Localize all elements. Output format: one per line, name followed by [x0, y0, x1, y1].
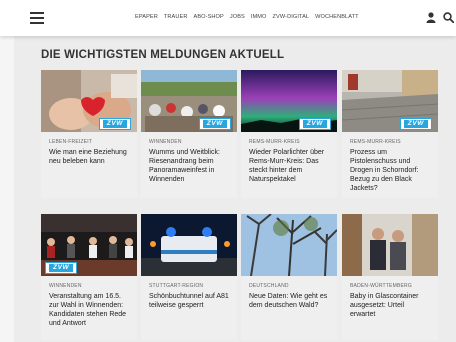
article-card[interactable]: STUTTGART-REGION Schönbuchtunnel auf A81… — [141, 214, 237, 340]
article-image — [342, 214, 438, 276]
article-kicker: REMS-MURR-KREIS — [350, 139, 401, 145]
section-heading: DIE WICHTIGSTEN MELDUNGEN AKTUELL — [41, 49, 285, 61]
article-image: ZVW — [241, 70, 337, 132]
article-card[interactable]: BADEN-WÜRTTEMBERG Baby in Glascontainer … — [342, 214, 438, 340]
main-nav: EPAPER TRAUER ABO-SHOP JOBS IMMO ZVW-DIG… — [135, 14, 359, 20]
article-title[interactable]: Wumms und Weitblick: Riesenandrang beim … — [149, 148, 230, 184]
article-card[interactable]: ZVW REMS-MURR-KREIS Wieder Polarlichter … — [241, 70, 337, 198]
article-kicker: REMS-MURR-KREIS — [249, 139, 300, 145]
article-kicker: STUTTGART-REGION — [149, 283, 204, 289]
hamburger-menu-icon[interactable] — [30, 12, 44, 24]
article-kicker: WINNENDEN — [149, 139, 182, 145]
nav-item-abo-shop[interactable]: ABO-SHOP — [194, 14, 224, 20]
article-card[interactable]: DEUTSCHLAND Neue Daten: Wie geht es dem … — [241, 214, 337, 340]
top-navigation-bar: EPAPER TRAUER ABO-SHOP JOBS IMMO ZVW-DIG… — [0, 0, 456, 36]
zvw-badge: ZVW — [399, 118, 432, 130]
zvw-badge: ZVW — [298, 118, 331, 130]
nav-item-jobs[interactable]: JOBS — [230, 14, 245, 20]
page-left-margin — [0, 0, 14, 342]
article-title[interactable]: Schönbuchtunnel auf A81 teilweise gesper… — [149, 292, 230, 310]
article-title[interactable]: Baby in Glascontainer ausgesetzt: Urteil… — [350, 292, 431, 319]
nav-item-zvw-digital[interactable]: ZVW-DIGITAL — [272, 14, 309, 20]
article-card[interactable]: ZVW LEBEN-FREIZEIT Wie man eine Beziehun… — [41, 70, 137, 198]
article-image: ZVW — [141, 70, 237, 132]
article-card[interactable]: ZVW REMS-MURR-KREIS Prozess um Pistolens… — [342, 70, 438, 198]
article-title[interactable]: Wie man eine Beziehung neu beleben kann — [49, 148, 130, 166]
nav-item-trauer[interactable]: TRAUER — [164, 14, 188, 20]
article-image: ZVW — [342, 70, 438, 132]
article-image — [141, 214, 237, 276]
zvw-badge: ZVW — [45, 262, 78, 274]
article-image — [241, 214, 337, 276]
article-title[interactable]: Prozess um Pistolenschuss und Drogen in … — [350, 148, 431, 193]
article-title[interactable]: Veranstaltung am 16.5. zur Wahl in Winne… — [49, 292, 130, 328]
article-kicker: WINNENDEN — [49, 283, 82, 289]
article-kicker: BADEN-WÜRTTEMBERG — [350, 283, 412, 289]
nav-item-epaper[interactable]: EPAPER — [135, 14, 158, 20]
article-kicker: DEUTSCHLAND — [249, 283, 289, 289]
user-icon[interactable] — [426, 12, 436, 23]
article-image: ZVW — [41, 214, 137, 276]
article-card[interactable]: ZVW WINNENDEN Veranstaltung am 16.5. zur… — [41, 214, 137, 340]
article-title[interactable]: Neue Daten: Wie geht es dem deutschen Wa… — [249, 292, 330, 310]
article-title[interactable]: Wieder Polarlichter über Rems-Murr-Kreis… — [249, 148, 330, 184]
search-icon[interactable] — [443, 12, 454, 23]
zvw-badge: ZVW — [98, 118, 131, 130]
nav-item-wochenblatt[interactable]: WOCHENBLATT — [315, 14, 359, 20]
article-card[interactable]: ZVW WINNENDEN Wumms und Weitblick: Riese… — [141, 70, 237, 198]
zvw-badge: ZVW — [198, 118, 231, 130]
article-image: ZVW — [41, 70, 137, 132]
nav-item-immo[interactable]: IMMO — [251, 14, 267, 20]
article-kicker: LEBEN-FREIZEIT — [49, 139, 93, 145]
